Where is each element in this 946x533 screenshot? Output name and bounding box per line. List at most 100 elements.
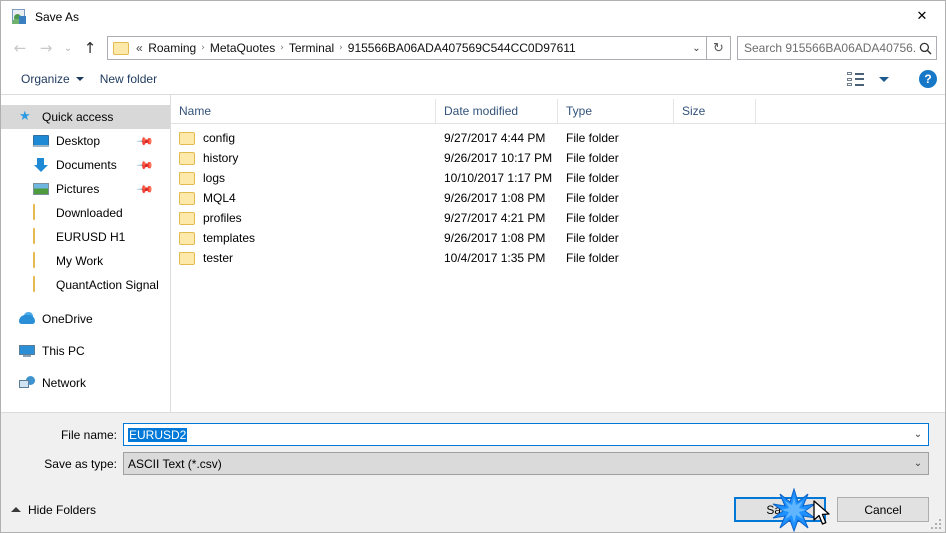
title-bar: Save As ✕ — [1, 1, 945, 32]
breadcrumb-item-guid[interactable]: 915566BA06ADA407569C544CC0D97611 — [345, 39, 579, 57]
cancel-button-label: Cancel — [864, 502, 902, 517]
chevron-down-icon: ⌄ — [692, 42, 701, 54]
back-button[interactable]: ← — [7, 36, 33, 60]
chevron-down-icon[interactable]: ⌄ — [908, 429, 928, 440]
sidebar-item-onedrive[interactable]: OneDrive — [1, 307, 170, 331]
file-list: config 9/27/2017 4:44 PM File folder his… — [171, 124, 945, 412]
recent-locations-button[interactable]: ⌄ — [59, 36, 77, 60]
dialog-content: ★ Quick access Desktop 📌 Documents 📌 Pic… — [1, 95, 945, 412]
this-pc-icon — [19, 343, 35, 359]
file-date-cell: 10/10/2017 1:17 PM — [444, 171, 553, 185]
column-header-label: Size — [682, 104, 706, 118]
column-header-size[interactable]: Size — [674, 99, 756, 123]
file-type-cell: File folder — [566, 231, 619, 245]
view-mode-icon — [847, 72, 865, 86]
file-name-label: MQL4 — [203, 191, 236, 205]
folder-icon — [179, 212, 195, 225]
pin-icon: 📌 — [135, 131, 155, 151]
breadcrumb-separator-icon: › — [339, 43, 343, 53]
search-box[interactable]: Search 915566BA06ADA40756... — [737, 36, 937, 60]
help-icon: ? — [924, 72, 932, 86]
save-as-dialog: Save As ✕ ← → ⌄ ↑ « Roaming › MetaQuotes… — [0, 0, 946, 533]
resize-grip[interactable] — [929, 517, 941, 529]
file-name-cell: config — [171, 131, 436, 145]
address-dropdown-button[interactable]: ⌄ — [687, 37, 706, 59]
window-title: Save As — [35, 9, 80, 24]
folder-icon — [33, 228, 49, 245]
table-row[interactable]: logs 10/10/2017 1:17 PM File folder — [171, 168, 945, 188]
save-button-label: Save — [766, 502, 794, 517]
sidebar-item-label: Network — [42, 376, 87, 390]
table-row[interactable]: config 9/27/2017 4:44 PM File folder — [171, 128, 945, 148]
breadcrumb-overflow[interactable]: « — [133, 39, 145, 57]
cancel-button[interactable]: Cancel — [837, 497, 929, 522]
file-name-label: tester — [203, 251, 234, 265]
refresh-button[interactable]: ↻ — [707, 36, 731, 60]
folder-icon — [179, 152, 195, 165]
breadcrumb-item-roaming[interactable]: Roaming — [145, 39, 199, 57]
organize-button[interactable]: Organize — [13, 68, 92, 90]
column-headers: Name Date modified Type Size — [171, 99, 945, 124]
breadcrumb-item-metaquotes[interactable]: MetaQuotes — [207, 39, 278, 57]
address-bar[interactable]: « Roaming › MetaQuotes › Terminal › 9155… — [107, 36, 707, 60]
file-name-cell: logs — [171, 171, 436, 185]
sidebar-item-quantaction-signal[interactable]: QuantAction Signal — [1, 273, 170, 297]
help-button[interactable]: ? — [919, 70, 937, 88]
dialog-footer: Hide Folders Save Cancel — [1, 487, 945, 532]
column-header-label: Date modified — [444, 104, 519, 118]
sidebar-item-label: Pictures — [56, 182, 100, 196]
forward-button[interactable]: → — [33, 36, 59, 60]
folder-icon — [33, 276, 49, 293]
sidebar-item-label: Desktop — [56, 134, 101, 148]
sidebar-item-pictures[interactable]: Pictures 📌 — [1, 177, 170, 201]
pin-icon: 📌 — [135, 155, 155, 175]
sidebar-item-this-pc[interactable]: This PC — [1, 339, 170, 363]
table-row[interactable]: MQL4 9/26/2017 1:08 PM File folder — [171, 188, 945, 208]
sidebar-item-quick-access[interactable]: ★ Quick access — [1, 105, 170, 129]
sidebar-item-network[interactable]: Network — [1, 371, 170, 395]
sidebar-item-desktop[interactable]: Desktop 📌 — [1, 129, 170, 153]
new-folder-label: New folder — [99, 72, 158, 86]
file-date-cell: 9/27/2017 4:44 PM — [444, 131, 546, 145]
file-type-cell: File folder — [566, 171, 619, 185]
column-header-name[interactable]: Name — [171, 99, 436, 123]
hide-folders-label: Hide Folders — [28, 502, 97, 517]
folder-icon — [113, 41, 129, 55]
search-input[interactable]: Search 915566BA06ADA40756... — [738, 41, 915, 55]
column-header-date-modified[interactable]: Date modified — [436, 99, 558, 123]
column-header-label: Name — [179, 104, 212, 118]
view-mode-button[interactable] — [839, 68, 897, 90]
breadcrumb-separator-icon: › — [280, 43, 284, 53]
column-header-label: Type — [566, 104, 593, 118]
breadcrumb-item-terminal[interactable]: Terminal — [286, 39, 337, 57]
close-button[interactable]: ✕ — [899, 1, 945, 31]
table-row[interactable]: templates 9/26/2017 1:08 PM File folder — [171, 228, 945, 248]
sidebar-item-downloaded[interactable]: Downloaded — [1, 201, 170, 225]
arrow-left-icon: ← — [13, 39, 27, 57]
save-as-type-select[interactable]: ASCII Text (*.csv) ⌄ — [123, 452, 929, 475]
sidebar-item-my-work[interactable]: My Work — [1, 249, 170, 273]
save-as-type-label: Save as type: — [44, 456, 117, 471]
table-row[interactable]: tester 10/4/2017 1:35 PM File folder — [171, 248, 945, 268]
file-name-cell: templates — [171, 231, 436, 245]
arrow-right-icon: → — [39, 39, 53, 57]
new-folder-button[interactable]: New folder — [92, 68, 165, 90]
sidebar-item-label: Documents — [56, 158, 117, 172]
chevron-up-icon — [11, 507, 21, 512]
folder-icon — [179, 232, 195, 245]
file-name-input[interactable]: EURUSD2 ⌄ — [123, 423, 929, 446]
file-date-cell: 9/27/2017 4:21 PM — [444, 211, 546, 225]
network-icon — [19, 375, 35, 391]
sidebar-item-documents[interactable]: Documents 📌 — [1, 153, 170, 177]
sidebar-item-eurusd-h1[interactable]: EURUSD H1 — [1, 225, 170, 249]
folder-icon — [179, 192, 195, 205]
navigation-bar: ← → ⌄ ↑ « Roaming › MetaQuotes › Termina… — [1, 32, 945, 64]
hide-folders-button[interactable]: Hide Folders — [11, 503, 96, 517]
save-button[interactable]: Save — [734, 497, 826, 522]
up-button[interactable]: ↑ — [77, 36, 103, 60]
chevron-down-icon[interactable]: ⌄ — [908, 458, 928, 469]
table-row[interactable]: profiles 9/27/2017 4:21 PM File folder — [171, 208, 945, 228]
table-row[interactable]: history 9/26/2017 10:17 PM File folder — [171, 148, 945, 168]
column-header-type[interactable]: Type — [558, 99, 674, 123]
file-name-value: EURUSD2 — [128, 427, 188, 442]
